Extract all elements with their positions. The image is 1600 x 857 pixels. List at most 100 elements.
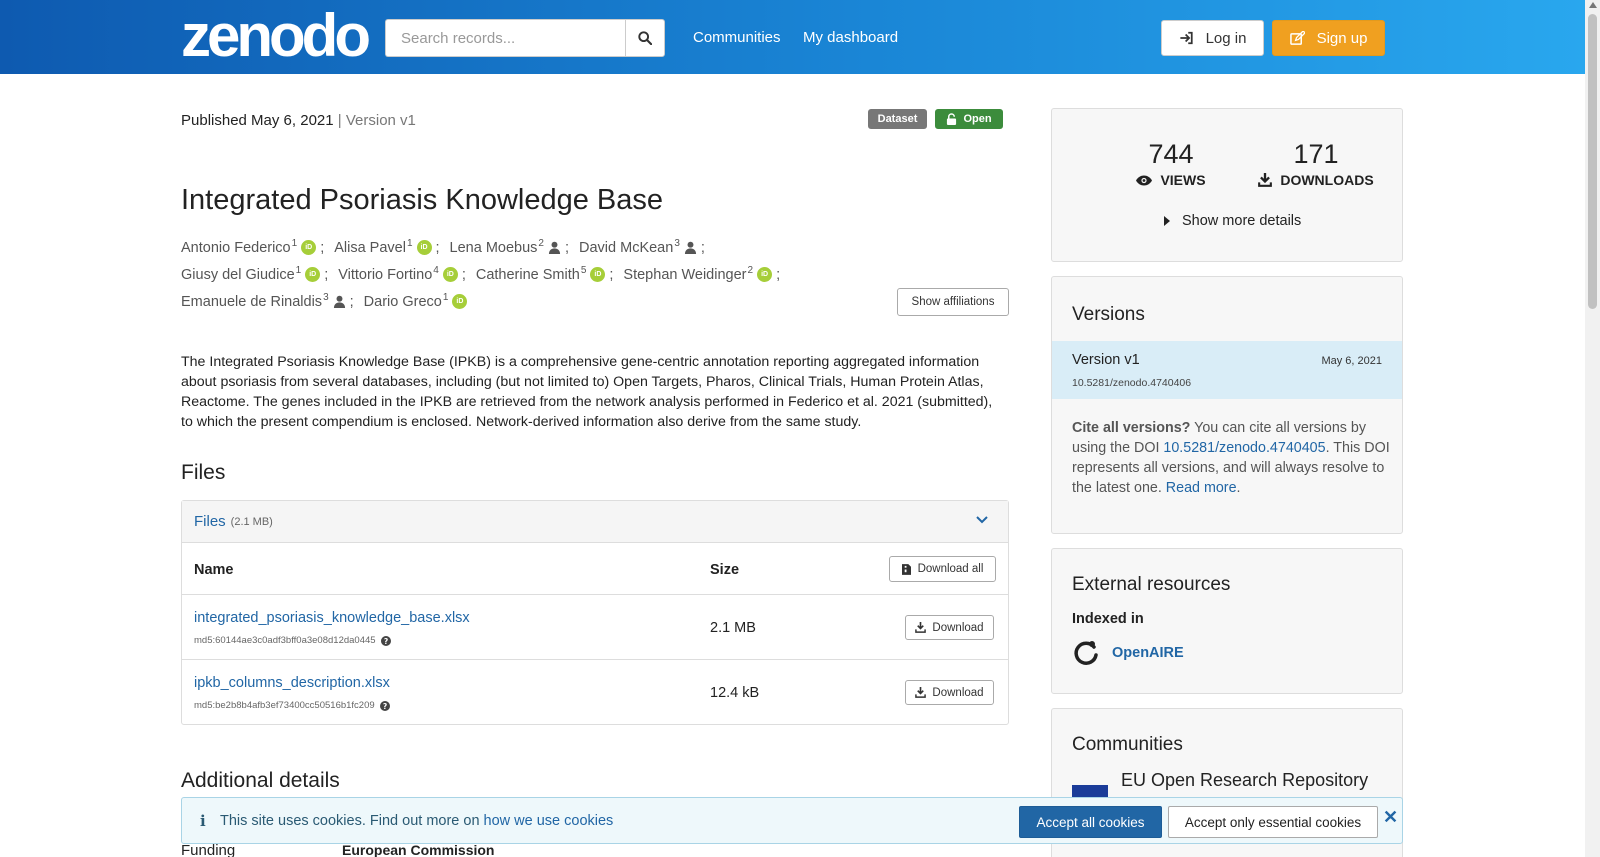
- orcid-icon[interactable]: iD: [590, 267, 606, 282]
- file-archive-icon: [901, 563, 911, 575]
- search-input[interactable]: [385, 19, 625, 57]
- edit-icon: [1289, 30, 1305, 45]
- person-icon: [684, 241, 696, 254]
- downloads-count: 171: [1293, 139, 1339, 169]
- orcid-icon[interactable]: iD: [305, 267, 321, 282]
- creator[interactable]: Vittorio Fortino 4 iD: [338, 265, 458, 283]
- orcid-icon[interactable]: iD: [757, 267, 773, 282]
- nav-my-dashboard[interactable]: My dashboard: [803, 29, 898, 46]
- communities-title: Communities: [1072, 734, 1183, 755]
- views-stat: 744 VIEWS: [1116, 139, 1226, 188]
- svg-text:?: ?: [383, 636, 387, 645]
- sign-in-icon: [1179, 31, 1193, 45]
- signup-label: Sign up: [1316, 29, 1368, 47]
- creator[interactable]: Antonio Federico 1 iD: [181, 238, 317, 256]
- creator[interactable]: Stephan Weidinger 2 iD: [623, 265, 773, 283]
- openaire-logo-icon: [1074, 641, 1098, 665]
- files-panel-header[interactable]: Files (2.1 MB): [182, 501, 1008, 543]
- downloads-stat: 171 DOWNLOADS: [1247, 139, 1385, 188]
- page-scrollbar[interactable]: [1585, 0, 1600, 857]
- nav-communities[interactable]: Communities: [693, 29, 781, 46]
- community-link[interactable]: EU Open Research Repository: [1121, 770, 1368, 791]
- cookie-message: This site uses cookies. Find out more on…: [220, 813, 614, 829]
- file-link[interactable]: integrated_psoriasis_knowledge_base.xlsx: [194, 610, 470, 626]
- read-more-link[interactable]: Read more: [1166, 480, 1237, 496]
- views-count: 744: [1148, 139, 1194, 169]
- cookie-banner: i This site uses cookies. Find out more …: [181, 797, 1403, 844]
- accept-all-cookies-button[interactable]: Accept all cookies: [1019, 806, 1162, 838]
- views-label: VIEWS: [1160, 172, 1206, 188]
- accept-essential-cookies-button[interactable]: Accept only essential cookies: [1168, 806, 1378, 838]
- scroll-up-arrow-icon[interactable]: [1589, 2, 1597, 8]
- creators-list: Antonio Federico 1 iD; Alisa Pavel 1 iD; Len…: [181, 238, 781, 310]
- svg-text:?: ?: [382, 701, 386, 710]
- files-table-header: Name Size Download all: [182, 543, 1008, 595]
- table-row: ipkb_columns_description.xlsx md5:be2b8b…: [182, 660, 1008, 725]
- creator[interactable]: David McKean 3: [579, 238, 697, 256]
- access-badge: Open: [935, 109, 1003, 129]
- download-icon: [915, 622, 927, 633]
- login-label: Log in: [1205, 29, 1247, 47]
- show-affiliations-button[interactable]: Show affiliations: [897, 288, 1009, 316]
- version-label: Version v1: [345, 112, 416, 129]
- person-icon: [548, 241, 561, 254]
- creator[interactable]: Dario Greco 1 iD: [364, 292, 468, 310]
- close-icon[interactable]: ✕: [1383, 807, 1398, 828]
- version-name[interactable]: Version v1: [1072, 352, 1140, 368]
- download-button[interactable]: Download: [905, 680, 994, 705]
- concept-doi-link[interactable]: 10.5281/zenodo.4740405: [1163, 440, 1325, 456]
- download-all-button[interactable]: Download all: [889, 556, 996, 582]
- openaire-link[interactable]: OpenAIRE: [1072, 639, 1184, 667]
- orcid-icon[interactable]: iD: [416, 240, 432, 255]
- orcid-icon[interactable]: iD: [301, 240, 317, 255]
- show-more-details-toggle[interactable]: Show more details: [1164, 213, 1301, 229]
- search-icon: [638, 31, 652, 45]
- download-icon: [915, 687, 927, 698]
- funding-value: European Commission: [342, 842, 495, 857]
- zenodo-logo[interactable]: zenodo: [181, 6, 371, 66]
- creator[interactable]: Lena Moebus 2: [450, 238, 561, 256]
- published-date: Published May 6, 2021: [181, 112, 334, 129]
- creator[interactable]: Giusy del Giudice 1 iD: [181, 265, 321, 283]
- eye-icon: [1136, 175, 1153, 185]
- version-item[interactable]: Version v1 May 6, 2021 10.5281/zenodo.47…: [1052, 341, 1402, 399]
- indexed-in-label: Indexed in: [1072, 611, 1144, 627]
- record-description: The Integrated Psoriasis Knowledge Base …: [181, 354, 993, 430]
- file-link[interactable]: ipkb_columns_description.xlsx: [194, 675, 390, 691]
- table-row: integrated_psoriasis_knowledge_base.xlsx…: [182, 595, 1008, 660]
- file-checksum: md5:be2b8b4afb3ef73400cc50516b1fc209 ?: [194, 700, 390, 711]
- cookie-policy-link[interactable]: how we use cookies: [484, 813, 614, 829]
- creator[interactable]: Catherine Smith 5 iD: [476, 265, 606, 283]
- version-date: May 6, 2021: [1321, 355, 1382, 367]
- external-resources-panel: External resources Indexed in OpenAIRE: [1051, 548, 1403, 694]
- caret-right-icon: [1164, 216, 1170, 226]
- file-size: 12.4 kB: [710, 685, 760, 701]
- search-button[interactable]: [625, 19, 665, 57]
- login-button[interactable]: Log in: [1161, 20, 1264, 56]
- question-circle-icon[interactable]: ?: [380, 635, 391, 646]
- files-panel-label[interactable]: Files: [194, 513, 226, 530]
- funding-label: Funding: [181, 842, 236, 857]
- record-title: Integrated Psoriasis Knowledge Base: [181, 184, 664, 216]
- orcid-icon[interactable]: iD: [442, 267, 458, 282]
- signup-button[interactable]: Sign up: [1272, 20, 1385, 56]
- files-panel: Files (2.1 MB) Name Size Download all in…: [181, 500, 1009, 725]
- orcid-icon[interactable]: iD: [452, 294, 468, 309]
- file-size: 2.1 MB: [710, 620, 756, 636]
- publication-info: Published May 6, 2021 | Version v1: [181, 112, 416, 129]
- question-circle-icon[interactable]: ?: [379, 700, 390, 711]
- creator[interactable]: Emanuele de Rinaldis 3: [181, 292, 346, 310]
- version-doi: 10.5281/zenodo.4740406: [1072, 377, 1192, 389]
- downloads-label: DOWNLOADS: [1280, 172, 1374, 188]
- download-button[interactable]: Download: [905, 615, 994, 640]
- resource-type-badge: Dataset: [868, 109, 927, 129]
- external-resources-title: External resources: [1072, 574, 1231, 595]
- chevron-down-icon[interactable]: [976, 515, 988, 525]
- versions-panel: Versions Version v1 May 6, 2021 10.5281/…: [1051, 276, 1403, 534]
- scroll-thumb[interactable]: [1588, 14, 1597, 309]
- stats-panel: 744 VIEWS 171 DOWNLOADS Show more detail…: [1051, 108, 1403, 262]
- creator[interactable]: Alisa Pavel 1 iD: [334, 238, 432, 256]
- versions-title: Versions: [1072, 304, 1145, 325]
- files-total-size: (2.1 MB): [230, 515, 273, 528]
- download-icon: [1258, 173, 1273, 187]
